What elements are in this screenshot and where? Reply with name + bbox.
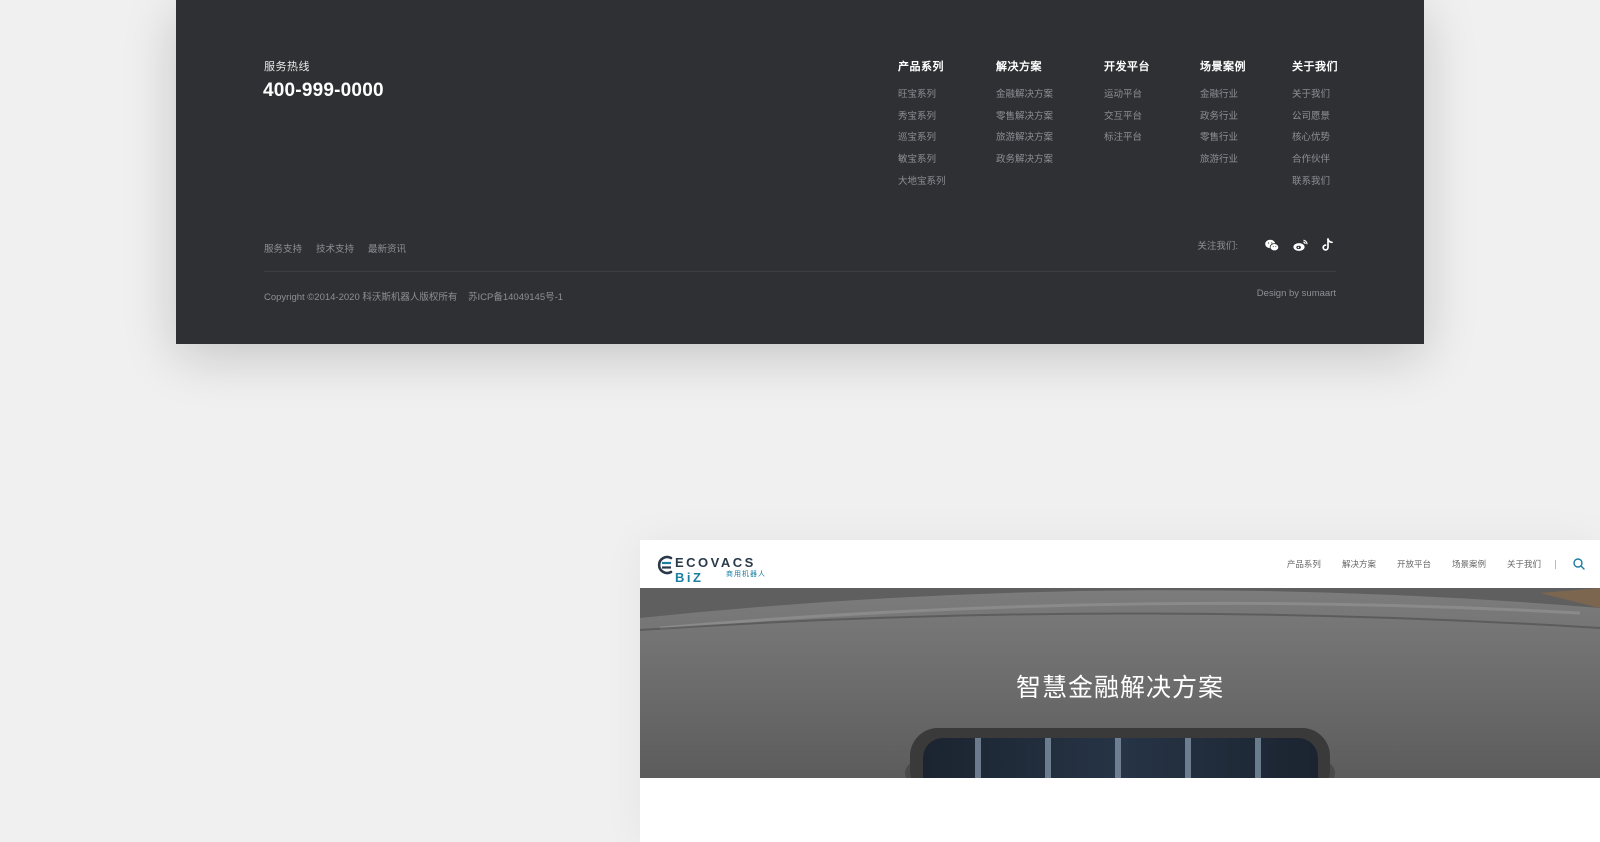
nav-about[interactable]: 关于我们 (1507, 558, 1541, 570)
follow-us: 关注我们: (1197, 237, 1336, 253)
footer-col-title[interactable]: 关于我们 (1292, 58, 1338, 74)
footer-col-cases: 场景案例 金融行业 政务行业 零售行业 旅游行业 (1200, 58, 1246, 175)
footer-link[interactable]: 零售行业 (1200, 131, 1246, 153)
footer-col-solutions: 解决方案 金融解决方案 零售解决方案 旅游解决方案 政务解决方案 (996, 58, 1053, 175)
footer-col-title[interactable]: 开发平台 (1104, 58, 1150, 74)
footer-col-title[interactable]: 解决方案 (996, 58, 1053, 74)
footer-col-title[interactable]: 场景案例 (1200, 58, 1246, 74)
design-credit[interactable]: Design by sumaart (1257, 288, 1336, 299)
latest-news-link[interactable]: 最新资讯 (368, 241, 406, 255)
hotline-number[interactable]: 400-999-0000 (263, 80, 384, 102)
footer-bottom-links: 服务支持 技术支持 最新资讯 (264, 241, 406, 255)
logo-subtitle: 商用机器人 (726, 571, 766, 578)
footer-col-about: 关于我们 关于我们 公司愿景 核心优势 合作伙伴 联系我们 (1292, 58, 1338, 196)
footer-link[interactable]: 交互平台 (1104, 110, 1150, 132)
footer-link[interactable]: 零售解决方案 (996, 110, 1053, 132)
footer-link[interactable]: 金融解决方案 (996, 88, 1053, 110)
footer-link[interactable]: 旅游行业 (1200, 153, 1246, 175)
site-header: ECOVACS BiZ 商用机器人 产品系列 解决方案 开放平台 场景案例 关于… (640, 540, 1600, 588)
footer-link[interactable]: 秀宝系列 (898, 110, 946, 132)
icp-link[interactable]: 苏ICP备14049145号-1 (468, 292, 563, 303)
footer-link[interactable]: 运动平台 (1104, 88, 1150, 110)
search-icon[interactable] (1572, 557, 1586, 571)
copyright: Copyright ©2014-2020 科沃斯机器人版权所有 苏ICP备140… (264, 289, 563, 303)
footer-link[interactable]: 联系我们 (1292, 175, 1338, 197)
hotline-label: 服务热线 (264, 61, 310, 73)
footer-col-title[interactable]: 产品系列 (898, 58, 946, 74)
footer-link[interactable]: 旅游解决方案 (996, 131, 1053, 153)
tech-support-link[interactable]: 技术支持 (316, 241, 354, 255)
tiktok-icon[interactable] (1320, 237, 1336, 253)
website-mockup: ECOVACS BiZ 商用机器人 产品系列 解决方案 开放平台 场景案例 关于… (640, 540, 1600, 842)
footer-link[interactable]: 巡宝系列 (898, 131, 946, 153)
footer-link[interactable]: 政务行业 (1200, 110, 1246, 132)
nav-separator (1555, 559, 1556, 569)
copyright-text: Copyright ©2014-2020 科沃斯机器人版权所有 (264, 292, 458, 303)
footer-mockup: 服务热线 400-999-0000 产品系列 旺宝系列 秀宝系列 巡宝系列 敏宝… (176, 0, 1424, 344)
hero-banner: 智慧金融解决方案 (640, 588, 1600, 778)
footer-link[interactable]: 大地宝系列 (898, 175, 946, 197)
nav-cases[interactable]: 场景案例 (1452, 558, 1486, 570)
weibo-icon[interactable] (1292, 237, 1308, 253)
nav-products[interactable]: 产品系列 (1287, 558, 1321, 570)
footer-link[interactable]: 敏宝系列 (898, 153, 946, 175)
footer-link[interactable]: 合作伙伴 (1292, 153, 1338, 175)
footer-link[interactable]: 核心优势 (1292, 131, 1338, 153)
wechat-icon[interactable] (1264, 237, 1280, 253)
footer-link[interactable]: 标注平台 (1104, 131, 1150, 153)
footer-link[interactable]: 政务解决方案 (996, 153, 1053, 175)
hero-title: 智慧金融解决方案 (1015, 674, 1224, 702)
footer-link[interactable]: 关于我们 (1292, 88, 1338, 110)
footer-divider (264, 271, 1336, 272)
follow-label: 关注我们: (1197, 241, 1238, 252)
footer-col-products: 产品系列 旺宝系列 秀宝系列 巡宝系列 敏宝系列 大地宝系列 (898, 58, 946, 196)
footer-col-platform: 开发平台 运动平台 交互平台 标注平台 (1104, 58, 1150, 153)
site-nav: 产品系列 解决方案 开放平台 场景案例 关于我们 (1266, 558, 1556, 570)
nav-solutions[interactable]: 解决方案 (1342, 558, 1376, 570)
footer-link[interactable]: 公司愿景 (1292, 110, 1338, 132)
footer-link[interactable]: 金融行业 (1200, 88, 1246, 110)
service-support-link[interactable]: 服务支持 (264, 241, 302, 255)
footer-link[interactable]: 旺宝系列 (898, 88, 946, 110)
nav-platform[interactable]: 开放平台 (1397, 558, 1431, 570)
ecovacs-logo[interactable]: ECOVACS BiZ 商用机器人 (656, 552, 766, 585)
